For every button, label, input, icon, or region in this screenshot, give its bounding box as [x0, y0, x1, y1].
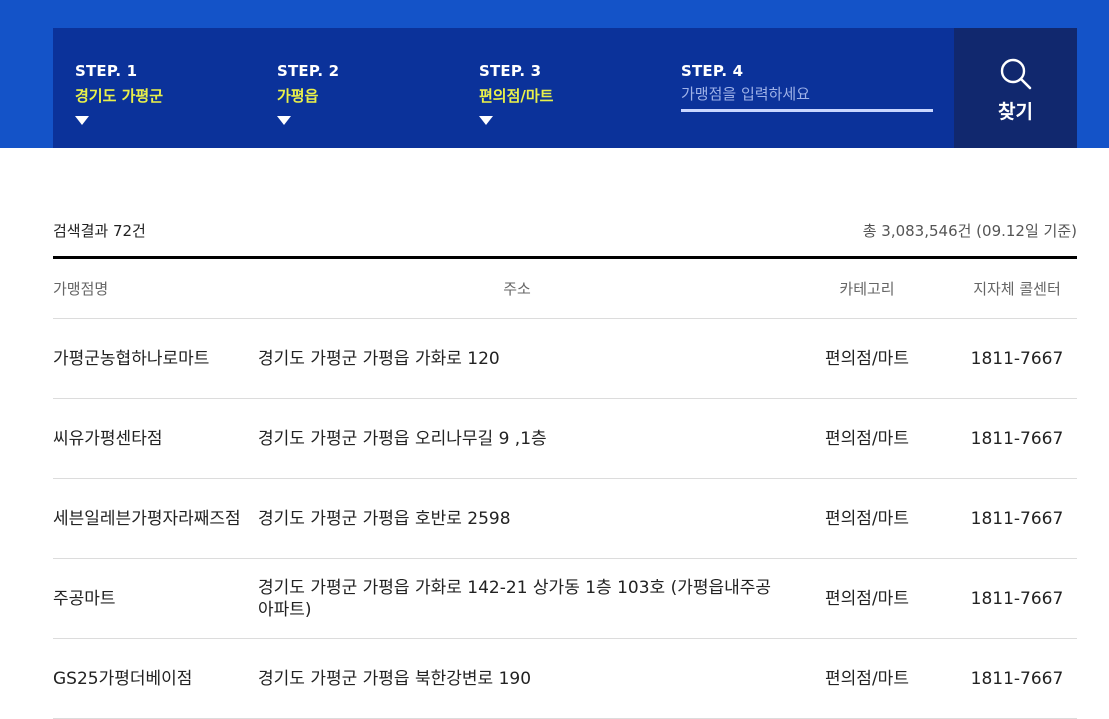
column-header-name: 가맹점명: [53, 257, 257, 319]
store-category: 편의점/마트: [777, 638, 957, 719]
callcenter-number: 1811-7667: [957, 558, 1077, 639]
column-header-callcenter: 지자체 콜센터: [957, 257, 1077, 319]
search-icon: [1000, 58, 1031, 90]
result-count: 검색결과 72건: [53, 222, 146, 240]
step-3-title: STEP. 3: [479, 62, 542, 80]
callcenter-number: 1811-7667: [957, 398, 1077, 479]
table-row: 주공마트 경기도 가평군 가평읍 가화로 142-21 상가동 1층 103호 …: [53, 558, 1077, 639]
table-row: 씨유가평센타점 경기도 가평군 가평읍 오리나무길 9 ,1층 편의점/마트 1…: [53, 398, 1077, 479]
column-header-category: 카테고리: [777, 257, 957, 319]
step-2-select[interactable]: 가평읍: [277, 85, 339, 125]
store-address: 경기도 가평군 가평읍 호반로 2598: [257, 478, 777, 559]
step-2-value: 가평읍: [277, 87, 319, 105]
total-count: 총 3,083,546건 (09.12일 기준): [862, 222, 1077, 240]
callcenter-number: 1811-7667: [957, 478, 1077, 559]
store-address: 경기도 가평군 가평읍 가화로 142-21 상가동 1층 103호 (가평읍내…: [257, 558, 777, 639]
column-header-address: 주소: [257, 257, 777, 319]
callcenter-number: 1811-7667: [957, 318, 1077, 399]
step-3-select[interactable]: 편의점/마트: [479, 85, 553, 125]
step-3-value: 편의점/마트: [479, 87, 554, 105]
table-row: GS25가평더베이점 경기도 가평군 가평읍 북한강변로 190 편의점/마트 …: [53, 638, 1077, 719]
step-1-value: 경기도 가평군: [75, 87, 164, 105]
find-button[interactable]: 찾기: [954, 28, 1077, 148]
chevron-down-icon[interactable]: [277, 116, 291, 125]
table-row: 세븐일레븐가평자라째즈점 경기도 가평군 가평읍 호반로 2598 편의점/마트…: [53, 478, 1077, 559]
store-name: 세븐일레븐가평자라째즈점: [53, 478, 257, 559]
step-1: STEP. 1 경기도 가평군: [75, 62, 163, 125]
step-2: STEP. 2 가평읍: [277, 62, 339, 125]
callcenter-number: 1811-7667: [957, 638, 1077, 719]
chevron-down-icon[interactable]: [75, 116, 89, 125]
step-4-title: STEP. 4: [681, 62, 744, 80]
store-name: 가평군농협하나로마트: [53, 318, 257, 399]
store-category: 편의점/마트: [777, 558, 957, 639]
store-category: 편의점/마트: [777, 398, 957, 479]
store-category: 편의점/마트: [777, 478, 957, 559]
store-address: 경기도 가평군 가평읍 오리나무길 9 ,1층: [257, 398, 777, 479]
table-header-row: 가맹점명 주소 카테고리 지자체 콜센터: [53, 257, 1077, 319]
store-name: 씨유가평센타점: [53, 398, 257, 479]
step-1-select[interactable]: 경기도 가평군: [75, 85, 163, 125]
table-row: 가평군농협하나로마트 경기도 가평군 가평읍 가화로 120 편의점/마트 18…: [53, 318, 1077, 399]
store-address: 경기도 가평군 가평읍 북한강변로 190: [257, 638, 777, 719]
chevron-down-icon[interactable]: [479, 116, 493, 125]
result-summary: 검색결과 72건 총 3,083,546건 (09.12일 기준): [53, 220, 1077, 244]
step-1-title: STEP. 1: [75, 62, 138, 80]
find-button-label: 찾기: [998, 101, 1033, 123]
store-address: 경기도 가평군 가평읍 가화로 120: [257, 318, 777, 399]
store-name-input[interactable]: [681, 80, 933, 112]
store-table: 가맹점명 주소 카테고리 지자체 콜센터 가평군농협하나로마트 경기도 가평군 …: [53, 256, 1077, 719]
store-category: 편의점/마트: [777, 318, 957, 399]
step-2-title: STEP. 2: [277, 62, 340, 80]
store-name: GS25가평더베이점: [53, 638, 257, 719]
store-name: 주공마트: [53, 558, 257, 639]
search-panel: STEP. 1 경기도 가평군 STEP. 2 가평읍 STEP. 3 편의점/…: [53, 28, 1077, 148]
step-3: STEP. 3 편의점/마트: [479, 62, 553, 125]
step-4: STEP. 4: [681, 62, 933, 112]
